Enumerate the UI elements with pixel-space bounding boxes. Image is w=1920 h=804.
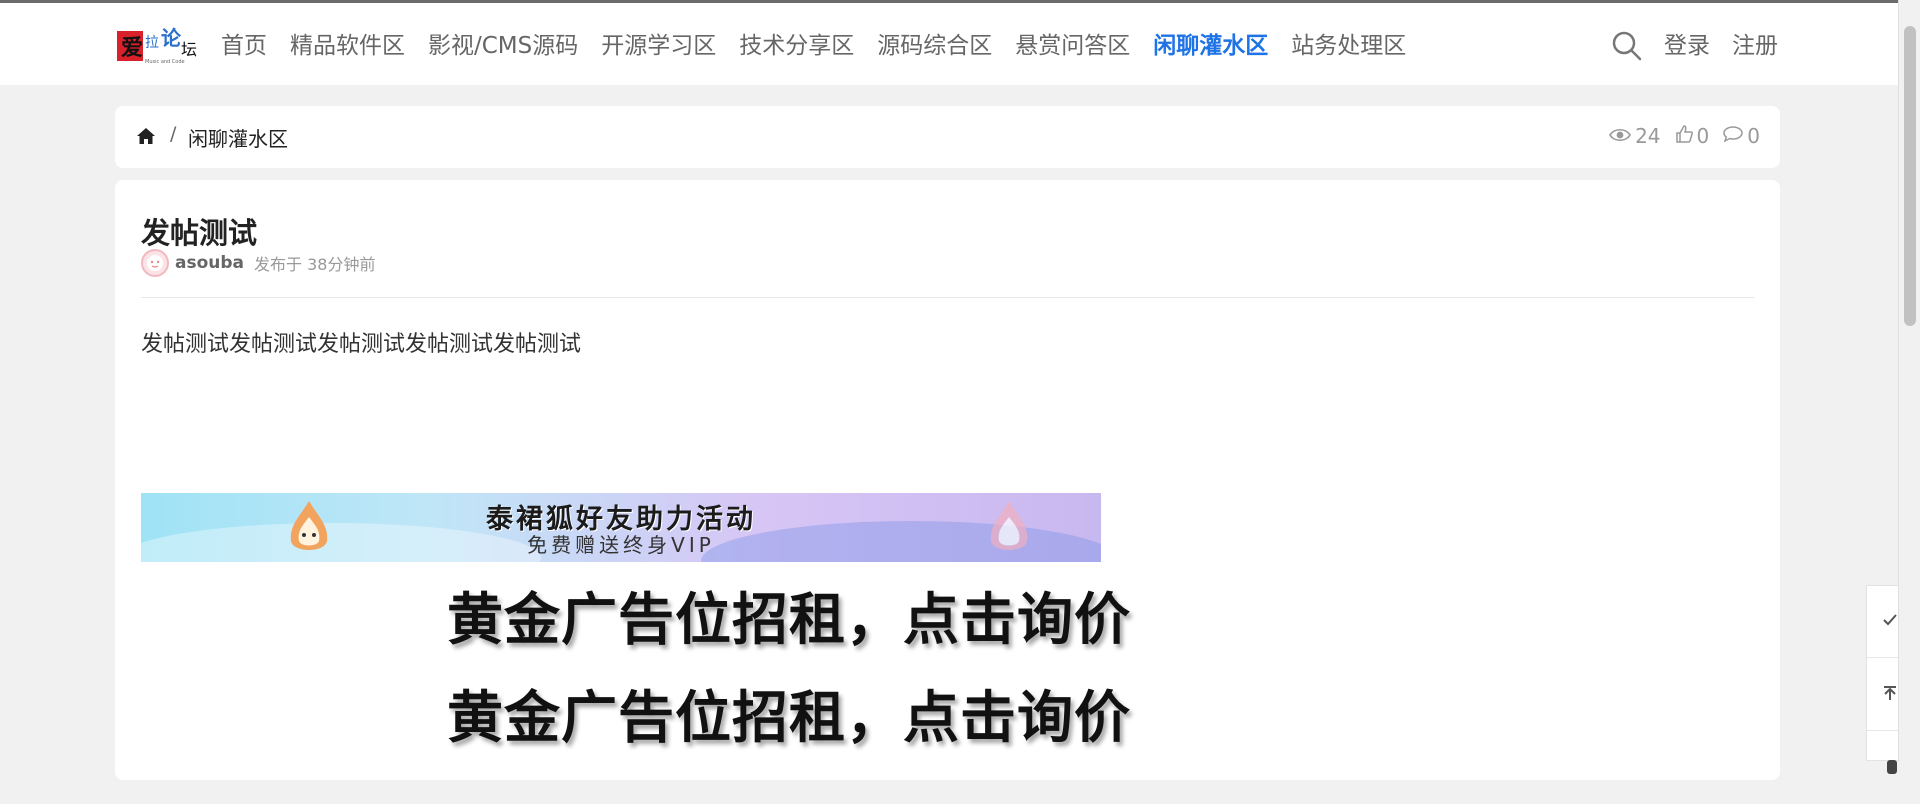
side-tool-check[interactable] xyxy=(1867,586,1899,658)
comments-stat[interactable]: 0 xyxy=(1723,124,1760,148)
header-actions: 登录 注册 xyxy=(1612,29,1778,63)
divider xyxy=(141,297,1754,298)
svg-text:论: 论 xyxy=(161,26,182,50)
likes-stat[interactable]: 0 xyxy=(1675,124,1710,148)
nav-item-opensource[interactable]: 开源学习区 xyxy=(601,29,716,63)
nav-item-tech[interactable]: 技术分享区 xyxy=(739,29,854,63)
post-meta: asouba 发布于 38分钟前 xyxy=(141,249,375,277)
nav-item-qa[interactable]: 悬赏问答区 xyxy=(1015,29,1130,63)
site-logo[interactable]: 爱 拉 论 坛 Music and Code xyxy=(115,25,203,69)
text-ad-2[interactable]: 黄金广告位招租，点击询价 xyxy=(447,673,1131,754)
post-body: 发帖测试发帖测试发帖测试发帖测试发帖测试 xyxy=(141,332,582,357)
nav-item-cms[interactable]: 影视/CMS源码 xyxy=(428,29,578,63)
banner-subtitle: 免费赠送终身VIP xyxy=(527,533,715,557)
breadcrumb-separator: / xyxy=(170,123,177,145)
nav-item-site[interactable]: 站务处理区 xyxy=(1291,29,1406,63)
login-link[interactable]: 登录 xyxy=(1664,29,1710,63)
views-count: 24 xyxy=(1635,124,1661,148)
post-title: 发帖测试 xyxy=(141,216,258,250)
side-tool-top[interactable] xyxy=(1867,659,1899,731)
svg-text:爱: 爱 xyxy=(121,36,143,61)
chat-icon xyxy=(1885,758,1897,778)
nav-item-home[interactable]: 首页 xyxy=(221,29,267,63)
promo-banner[interactable]: 泰裙狐好友助力活动 免费赠送终身VIP xyxy=(141,493,1101,562)
register-link[interactable]: 注册 xyxy=(1732,29,1778,63)
scrollbar-thumb[interactable] xyxy=(1904,26,1916,326)
home-icon[interactable] xyxy=(136,127,156,145)
check-icon xyxy=(1883,612,1897,631)
side-tool-chat[interactable] xyxy=(1867,732,1899,804)
side-toolbar xyxy=(1866,585,1899,774)
search-icon[interactable] xyxy=(1612,31,1642,61)
back-to-top-icon xyxy=(1883,685,1897,705)
text-ad-1[interactable]: 黄金广告位招租，点击询价 xyxy=(447,575,1131,656)
avatar[interactable] xyxy=(141,249,169,277)
site-header: 爱 拉 论 坛 Music and Code 首页 精品软件区 影视/CMS源码… xyxy=(0,3,1898,85)
main-nav: 首页 精品软件区 影视/CMS源码 开源学习区 技术分享区 源码综合区 悬赏问答… xyxy=(221,29,1429,63)
nav-item-chat[interactable]: 闲聊灌水区 xyxy=(1153,29,1268,63)
scrollbar[interactable] xyxy=(1898,0,1920,761)
post-time: 发布于 38分钟前 xyxy=(254,255,376,274)
comment-icon xyxy=(1723,124,1747,148)
post-card: 发帖测试 asouba 发布于 38分钟前 发帖测试发帖测试发帖测试发帖测试发帖… xyxy=(115,180,1780,780)
nav-item-source[interactable]: 源码综合区 xyxy=(877,29,992,63)
post-author[interactable]: asouba xyxy=(175,253,244,273)
comments-count: 0 xyxy=(1747,124,1760,148)
breadcrumb: / 闲聊灌水区 24 0 0 xyxy=(115,106,1780,168)
breadcrumb-current[interactable]: 闲聊灌水区 xyxy=(188,123,288,152)
eye-icon xyxy=(1609,124,1635,148)
likes-count: 0 xyxy=(1696,124,1710,148)
svg-text:拉: 拉 xyxy=(145,35,159,51)
svg-text:Music and Code: Music and Code xyxy=(145,59,185,65)
thumbs-up-icon xyxy=(1675,124,1697,148)
post-stats: 24 0 0 xyxy=(1595,124,1760,148)
views-stat: 24 xyxy=(1609,124,1661,148)
svg-text:坛: 坛 xyxy=(181,40,197,59)
nav-item-software[interactable]: 精品软件区 xyxy=(290,29,405,63)
